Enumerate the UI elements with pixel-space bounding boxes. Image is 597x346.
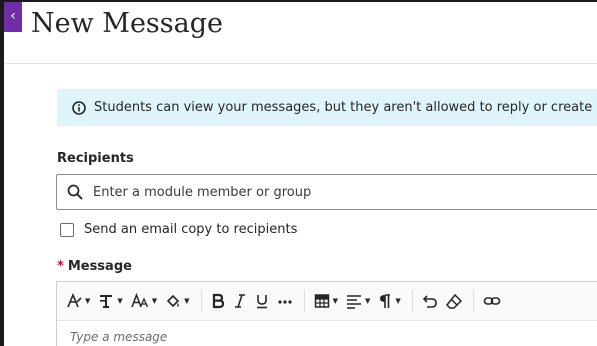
new-message-panel: ‹ New Message Students can view your mes…: [4, 2, 597, 346]
email-copy-option[interactable]: Send an email copy to recipients: [60, 222, 297, 237]
info-icon: [72, 100, 86, 115]
link-icon: [483, 297, 501, 305]
search-icon: [67, 184, 83, 200]
table-button[interactable]: ▼: [311, 288, 341, 314]
font-format-icon: [100, 295, 113, 308]
font-size-icon: [131, 293, 148, 308]
chevron-down-icon: ▼: [85, 297, 91, 305]
header-divider: [4, 63, 597, 64]
chevron-down-icon: ▼: [332, 297, 338, 305]
text-style-button[interactable]: ▼: [63, 288, 93, 314]
more-icon: [277, 300, 292, 304]
underline-button[interactable]: [252, 288, 272, 314]
font-size-button[interactable]: ▼: [128, 288, 160, 314]
undo-icon: [422, 295, 437, 308]
eraser-icon: [445, 293, 462, 309]
insert-link-button[interactable]: [480, 288, 504, 314]
message-label: * Message: [57, 259, 132, 274]
table-icon: [314, 294, 329, 308]
chevron-down-icon: ▼: [117, 297, 123, 305]
toolbar-separator: [200, 290, 202, 312]
info-banner-text: Students can view your messages, but the…: [94, 100, 597, 115]
underline-icon: [256, 295, 267, 309]
bold-button[interactable]: [208, 288, 228, 314]
info-banner: Students can view your messages, but the…: [57, 89, 597, 126]
recipients-label: Recipients: [57, 151, 134, 166]
more-button[interactable]: [274, 288, 296, 314]
paragraph-button[interactable]: ▼: [375, 288, 403, 314]
editor-toolbar: ▼ ▼ ▼ ▼ ▼ ▼ ▼: [57, 282, 597, 321]
paragraph-icon: [380, 294, 391, 308]
align-button[interactable]: ▼: [343, 288, 373, 314]
message-placeholder[interactable]: Type a message: [70, 330, 167, 344]
italic-icon: [234, 294, 245, 308]
italic-button[interactable]: [230, 288, 250, 314]
font-format-button[interactable]: ▼: [95, 288, 125, 314]
clear-format-button[interactable]: [443, 288, 465, 314]
chevron-down-icon: ▼: [151, 297, 158, 305]
fill-color-button[interactable]: ▼: [162, 288, 192, 314]
recipients-search-field[interactable]: [56, 174, 597, 210]
email-copy-checkbox[interactable]: [60, 222, 74, 237]
message-label-text: Message: [67, 259, 132, 274]
toolbar-separator: [303, 290, 305, 312]
toolbar-separator: [472, 290, 474, 312]
undo-button[interactable]: [419, 288, 441, 314]
bold-icon: [212, 293, 224, 309]
text-style-icon: [67, 293, 82, 308]
align-icon: [346, 295, 361, 309]
message-editor: ▼ ▼ ▼ ▼ ▼ ▼ ▼ Type a message: [56, 281, 597, 346]
close-panel-button[interactable]: ‹: [4, 2, 22, 32]
chevron-down-icon: ▼: [184, 297, 190, 305]
chevron-down-icon: ▼: [364, 297, 371, 305]
recipients-input[interactable]: [93, 184, 573, 200]
chevron-down-icon: ▼: [395, 297, 401, 305]
email-copy-label[interactable]: Send an email copy to recipients: [84, 222, 297, 237]
fill-color-icon: [167, 294, 180, 308]
page-title: New Message: [31, 8, 223, 39]
required-indicator: *: [57, 259, 64, 274]
toolbar-separator: [411, 290, 413, 312]
